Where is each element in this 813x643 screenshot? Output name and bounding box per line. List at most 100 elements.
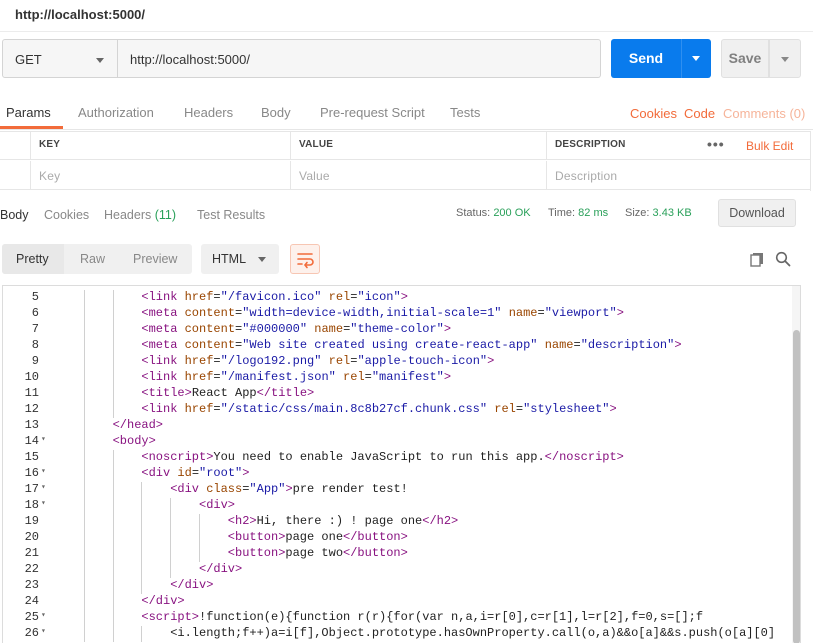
- window-title: http://localhost:5000/: [15, 7, 146, 22]
- code-token: </title>: [256, 386, 315, 400]
- indent-guide: [170, 530, 172, 546]
- indent-guide: [112, 626, 114, 642]
- tab-authorization[interactable]: Authorization: [78, 105, 154, 120]
- vertical-scrollbar[interactable]: [792, 286, 800, 643]
- cookies-link[interactable]: Cookies: [630, 106, 677, 121]
- send-button[interactable]: Send: [611, 39, 681, 78]
- search-icon[interactable]: [775, 251, 791, 267]
- line-number: 9: [31, 354, 39, 368]
- code-line: 11 <title>React App</title>: [3, 386, 790, 402]
- code-text: <meta content = "width=device-width,initia…: [141, 306, 624, 320]
- indent-guide: [112, 482, 114, 498]
- indent-guide: [141, 578, 143, 594]
- tab-test-results[interactable]: Test Results: [197, 208, 265, 222]
- line-number: 13: [24, 418, 39, 432]
- indent-guide: [112, 450, 114, 466]
- code-token: =: [573, 338, 581, 352]
- indent-guide: [83, 306, 85, 322]
- tab-body[interactable]: Body: [261, 105, 291, 120]
- time-label: Time:: [548, 207, 576, 219]
- method-select[interactable]: GET: [2, 39, 118, 78]
- download-button[interactable]: Download: [718, 199, 796, 227]
- format-select[interactable]: HTML: [201, 244, 279, 274]
- indent-guide: [112, 514, 114, 530]
- code-token: =: [213, 402, 221, 416]
- fold-toggle-icon[interactable]: ▾: [41, 626, 46, 636]
- headers-count: (11): [154, 208, 177, 222]
- active-tab-indicator: [0, 126, 63, 129]
- comments-link[interactable]: Comments (0): [723, 106, 805, 121]
- indent-guide: [141, 546, 143, 562]
- code-text: <meta content = "Web site created using cr…: [141, 338, 681, 352]
- code-token: <meta: [141, 322, 185, 336]
- save-button[interactable]: Save: [721, 39, 769, 78]
- code-token: "apple-touch-icon": [357, 354, 488, 368]
- indent-guide: [112, 306, 114, 322]
- indent-guide: [170, 514, 172, 530]
- code-token: rel: [328, 354, 351, 368]
- code-token: <link: [141, 402, 185, 416]
- save-options-button[interactable]: [769, 39, 801, 78]
- tab-tests[interactable]: Tests: [450, 105, 480, 120]
- code-token: </div>: [199, 562, 243, 576]
- code-text: </div>: [199, 562, 242, 576]
- scrollbar-thumb[interactable]: [793, 330, 800, 643]
- tab-response-headers[interactable]: Headers (11): [104, 208, 176, 222]
- mode-pretty[interactable]: Pretty: [16, 252, 49, 266]
- tab-headers[interactable]: Headers: [184, 105, 233, 120]
- tab-pre-request-script[interactable]: Pre-request Script: [320, 105, 425, 120]
- line-number: 26: [24, 626, 39, 640]
- line-number: 12: [24, 402, 39, 416]
- fold-toggle-icon[interactable]: ▾: [41, 482, 46, 492]
- fold-toggle-icon[interactable]: ▾: [41, 466, 46, 476]
- code-line: 22 </div>: [3, 562, 790, 578]
- send-options-button[interactable]: [681, 39, 711, 78]
- fold-toggle-icon[interactable]: ▾: [41, 610, 46, 620]
- indent-guide: [199, 530, 200, 546]
- code-token: >: [487, 354, 495, 368]
- code-text: <meta content="#000000" name="theme-colo…: [141, 322, 451, 336]
- code-text: </div>: [170, 578, 213, 592]
- window-title-bar: http://localhost:5000/: [0, 0, 813, 32]
- key-input[interactable]: Key: [30, 161, 290, 190]
- description-input[interactable]: Description: [546, 161, 811, 190]
- indent-guide: [83, 594, 85, 610]
- line-number: 7: [31, 322, 39, 336]
- line-number: 17: [24, 482, 39, 496]
- wrap-lines-icon[interactable]: [290, 244, 320, 274]
- code-token: >: [443, 322, 452, 336]
- line-number: 5: [31, 290, 39, 304]
- chevron-down-icon: [96, 58, 104, 63]
- code-line: 8 <meta content = "Web site created using c…: [3, 338, 790, 354]
- fold-toggle-icon[interactable]: ▾: [41, 434, 46, 444]
- response-code-viewer[interactable]: 5 <link href="/favicon.ico" rel="icon"> 6 <…: [2, 285, 801, 643]
- fold-toggle-icon[interactable]: ▾: [41, 498, 46, 508]
- code-text: </head>: [113, 418, 163, 432]
- tab-response-cookies[interactable]: Cookies: [44, 208, 89, 222]
- url-input[interactable]: http://localhost:5000/: [118, 39, 601, 78]
- indent-guide: [112, 546, 114, 562]
- code-token: "manifest": [371, 370, 444, 384]
- indent-guide: [83, 402, 85, 418]
- code-token: </button>: [343, 546, 408, 560]
- copy-icon[interactable]: [749, 251, 765, 267]
- code-token: pre render test!: [292, 482, 408, 496]
- indent-guide: [170, 546, 172, 562]
- indent-guide: [141, 562, 143, 578]
- bulk-edit-link[interactable]: Bulk Edit: [746, 139, 793, 153]
- more-options-icon[interactable]: •••: [707, 136, 725, 152]
- code-line: 9 <link href="/logo192.png" rel="apple-to…: [3, 354, 790, 370]
- mode-preview[interactable]: Preview: [133, 252, 177, 266]
- code-link[interactable]: Code: [684, 106, 715, 121]
- indent-guide: [112, 290, 114, 306]
- mode-raw[interactable]: Raw: [80, 252, 105, 266]
- code-token: >: [674, 338, 682, 352]
- tab-response-body[interactable]: Body: [0, 208, 29, 222]
- value-input[interactable]: Value: [290, 161, 546, 190]
- tab-params[interactable]: Params: [6, 105, 51, 120]
- line-number: 16: [24, 466, 39, 480]
- response-tabs: Body Cookies Headers (11) Test Results S…: [0, 199, 813, 230]
